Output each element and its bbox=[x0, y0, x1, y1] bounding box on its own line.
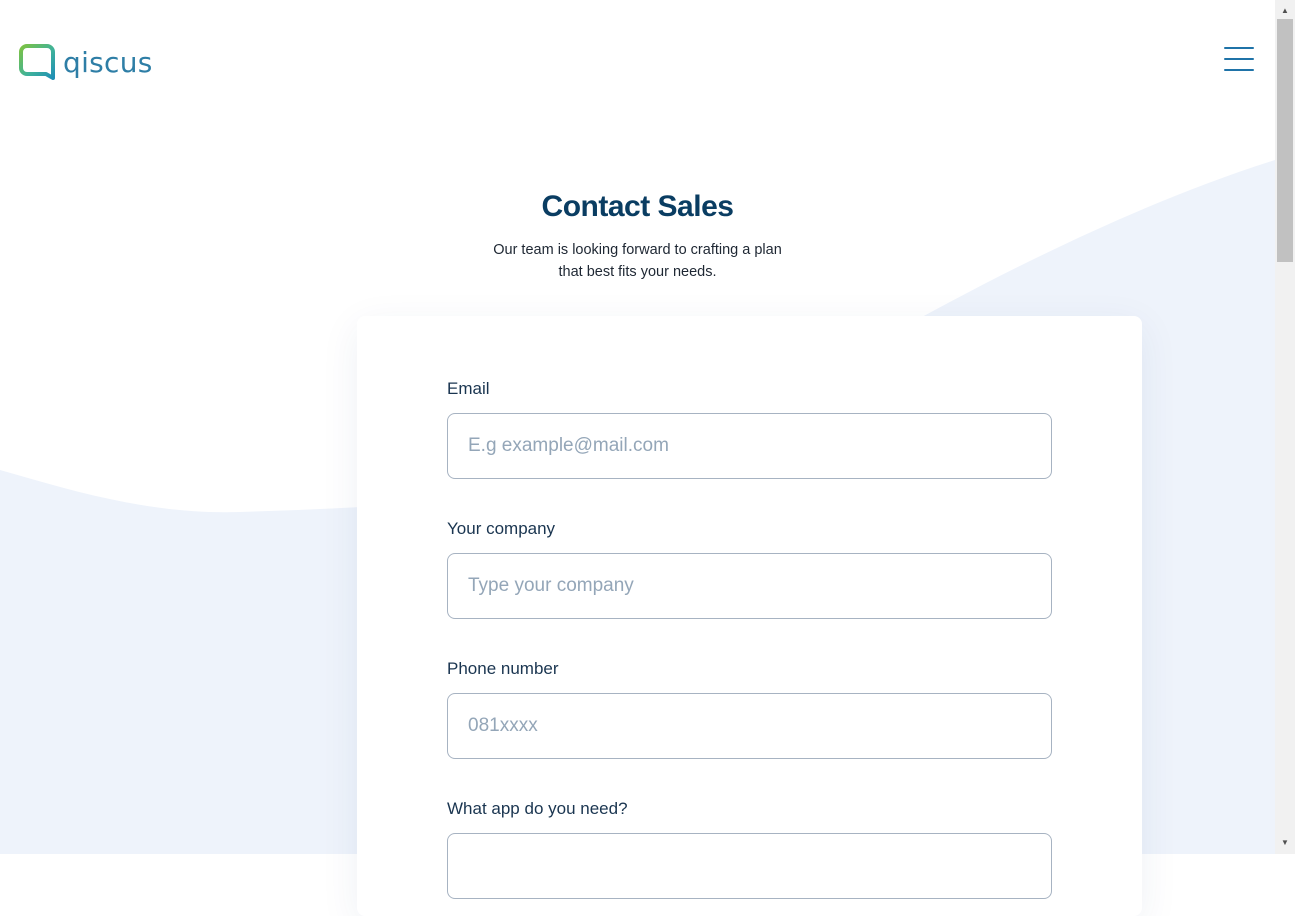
page-heading: Contact Sales Our team is looking forwar… bbox=[0, 190, 1275, 283]
page-subtitle: Our team is looking forward to crafting … bbox=[493, 242, 782, 280]
qiscus-logo[interactable]: qiscus bbox=[19, 43, 153, 81]
company-label: Your company bbox=[447, 519, 556, 538]
page-title: Contact Sales bbox=[541, 190, 734, 223]
app-select[interactable] bbox=[447, 833, 1052, 899]
scroll-down-arrow-icon[interactable]: ▼ bbox=[1275, 834, 1295, 851]
email-field-group: Email bbox=[447, 377, 1052, 479]
site-header: qiscus bbox=[0, 0, 1275, 120]
hamburger-line bbox=[1224, 58, 1254, 60]
scroll-up-arrow-icon[interactable]: ▲ bbox=[1275, 2, 1295, 19]
phone-input[interactable] bbox=[447, 693, 1052, 759]
hamburger-icon[interactable] bbox=[1224, 47, 1254, 71]
hamburger-line bbox=[1224, 69, 1254, 71]
email-label: Email bbox=[447, 379, 490, 398]
contact-form-card: Email Your company Phone number What app… bbox=[357, 316, 1142, 916]
phone-field-group: Phone number bbox=[447, 657, 1052, 759]
vertical-scrollbar[interactable]: ▲ ▼ bbox=[1275, 0, 1295, 854]
email-input[interactable] bbox=[447, 413, 1052, 479]
company-field-group: Your company bbox=[447, 517, 1052, 619]
company-input[interactable] bbox=[447, 553, 1052, 619]
chat-bubble-icon bbox=[19, 44, 55, 80]
app-field-group: What app do you need? bbox=[447, 797, 1052, 899]
app-label: What app do you need? bbox=[447, 799, 628, 818]
scrollbar-thumb[interactable] bbox=[1277, 19, 1293, 262]
brand-name: qiscus bbox=[63, 46, 153, 79]
hamburger-line bbox=[1224, 47, 1254, 49]
phone-label: Phone number bbox=[447, 659, 559, 678]
